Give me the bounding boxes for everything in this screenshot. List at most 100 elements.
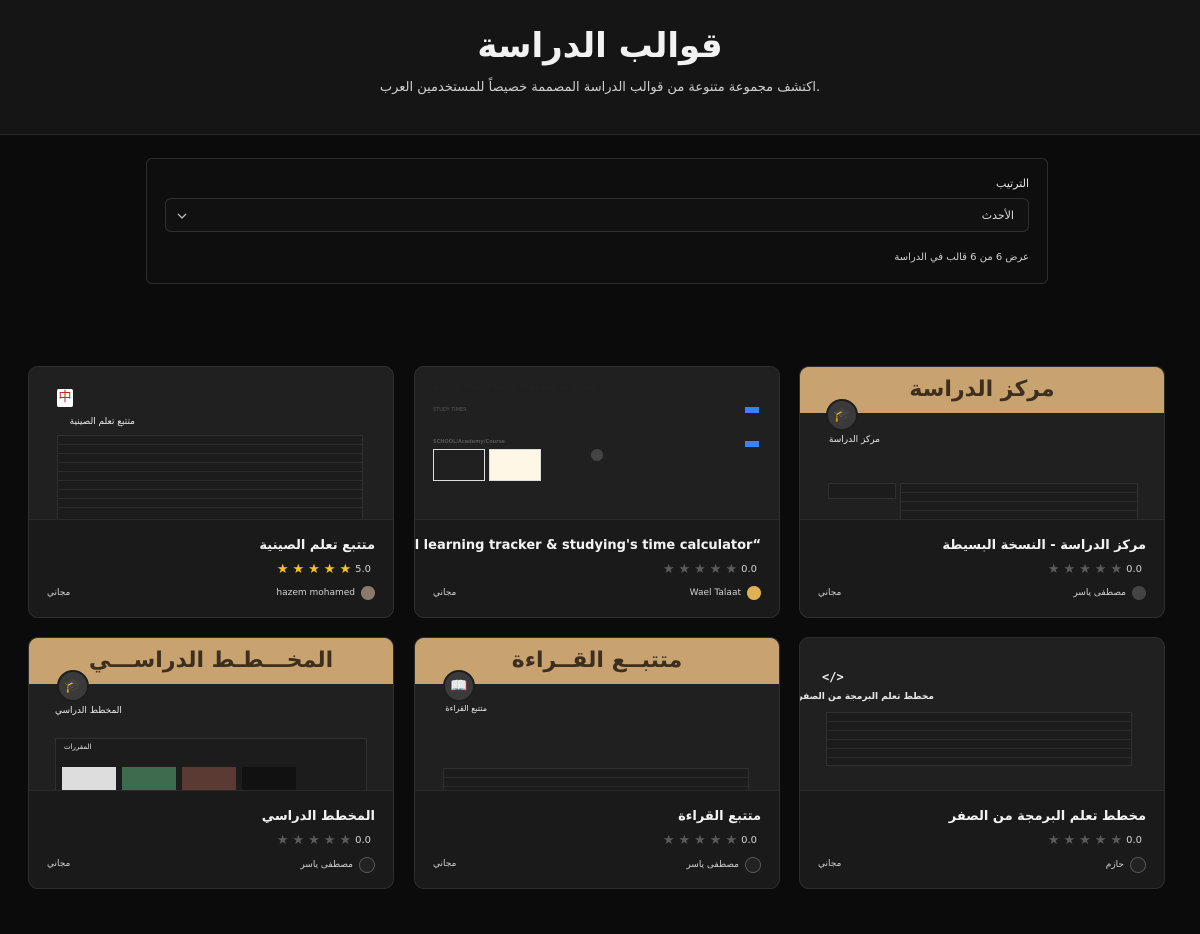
- price-badge: مجاني: [818, 588, 842, 598]
- author[interactable]: حازم: [1106, 857, 1146, 873]
- template-thumbnail: مركز الدراسة 🎓 مركز الدراسة: [800, 367, 1164, 520]
- rating: ★ ★ ★ ★ ★ 0.0: [277, 834, 375, 847]
- thumbnail-table: [57, 435, 363, 519]
- template-card[interactable]: 中 متتبع تعلم الصينية متتبع تعلم الصينية …: [28, 366, 394, 618]
- star-icon: ★: [709, 833, 722, 848]
- results-count: عرض 6 من 6 قالب في الدراسة: [894, 252, 1029, 263]
- author-name: مصطفى ياسر: [300, 860, 353, 870]
- rating-value: 0.0: [355, 835, 371, 846]
- card-title[interactable]: متتبع القراءة: [678, 809, 761, 824]
- rating: ★ ★ ★ ★ ★ 5.0: [277, 563, 375, 576]
- author[interactable]: مصطفى ياسر: [1073, 586, 1146, 600]
- thumbnail-subtitle: مركز الدراسة: [828, 435, 880, 445]
- graduation-cap-icon: 🎓: [826, 399, 858, 431]
- rating-value: 5.0: [355, 564, 371, 575]
- star-icon: ★: [1063, 562, 1076, 577]
- avatar: [359, 857, 375, 873]
- star-icon: ★: [292, 833, 305, 848]
- author[interactable]: Wael Talaat: [690, 586, 761, 600]
- rating-value: 0.0: [741, 835, 757, 846]
- card-title[interactable]: المخطط الدراسي: [262, 809, 375, 824]
- template-card[interactable]: All-in-One Study Tracker & Timer STUDY T…: [414, 366, 780, 618]
- graduation-cap-icon: 🎓: [57, 670, 89, 702]
- author[interactable]: hazem mohamed: [276, 586, 375, 600]
- card-title[interactable]: متتبع تعلم الصينية: [259, 538, 375, 553]
- author-name: حازم: [1105, 860, 1124, 870]
- filter-panel: الترتيب الأحدث عرض 6 من 6 قالب في الدراس…: [146, 158, 1048, 284]
- sort-selected-value: الأحدث: [981, 209, 1014, 222]
- sort-label: الترتيب: [996, 177, 1029, 190]
- template-thumbnail: 中 متتبع تعلم الصينية: [29, 367, 393, 520]
- star-icon: ★: [292, 562, 305, 577]
- author[interactable]: مصطفى ياسر: [686, 857, 761, 873]
- page-subtitle: اكتشف مجموعة متنوعة من قوالب الدراسة الم…: [379, 80, 821, 95]
- thumbnail-sidebar: [828, 483, 896, 499]
- star-icon: ★: [276, 833, 289, 848]
- thumbnail-subtitle: المخطط الدراسي: [55, 706, 122, 716]
- mahjong-tile-icon: 中: [57, 389, 73, 407]
- thumbnail-table: المقررات: [55, 738, 367, 790]
- avatar: [747, 586, 761, 600]
- template-card[interactable]: </> مخطط تعلم البرمجة من الصفر مخطط تعلم…: [799, 637, 1165, 889]
- star-icon: ★: [678, 562, 691, 577]
- star-icon: ★: [725, 562, 738, 577]
- rating-value: 0.0: [1126, 564, 1142, 575]
- template-card[interactable]: متتبــع القــراءة 📖 متتبع القراءة متتبع …: [414, 637, 780, 889]
- template-thumbnail: متتبــع القــراءة 📖 متتبع القراءة: [415, 638, 779, 791]
- template-card[interactable]: مركز الدراسة 🎓 مركز الدراسة مركز الدراسة…: [799, 366, 1165, 618]
- page-header: قوالب الدراسة اكتشف مجموعة متنوعة من قوا…: [0, 0, 1200, 135]
- star-icon: ★: [1110, 833, 1123, 848]
- price-badge: مجاني: [818, 859, 842, 869]
- author[interactable]: مصطفى ياسر: [300, 857, 375, 873]
- book-icon: 📖: [443, 670, 475, 702]
- thumbnail-subtitle: متتبع تعلم الصينية: [69, 417, 135, 427]
- star-icon: ★: [1047, 562, 1060, 577]
- banner-title: متتبــع القــراءة: [511, 648, 683, 673]
- rating: ★ ★ ★ ★ ★ 0.0: [663, 563, 761, 576]
- star-icon: ★: [339, 833, 352, 848]
- star-icon: ★: [694, 562, 706, 577]
- template-thumbnail: المخـــطـط الدراســـي 🎓 المخطط الدراسي ا…: [29, 638, 393, 791]
- rating: ★ ★ ★ ★ ★ 0.0: [1048, 563, 1146, 576]
- thumbnail-timer-label: STUDY TIMER: [433, 407, 467, 413]
- star-icon: ★: [308, 833, 320, 848]
- star-icon: ★: [709, 562, 722, 577]
- thumbnail-title: All-in-One Study Tracker & Timer: [433, 383, 600, 393]
- page-title: قوالب الدراسة: [477, 26, 723, 66]
- star-icon: ★: [694, 833, 706, 848]
- card-title[interactable]: ”The full learning tracker & studying's …: [415, 538, 761, 553]
- rating-value: 0.0: [741, 564, 757, 575]
- rating-value: 0.0: [1126, 835, 1142, 846]
- card-title[interactable]: مخطط تعلم البرمجة من الصفر: [949, 809, 1146, 824]
- template-thumbnail: </> مخطط تعلم البرمجة من الصفر: [800, 638, 1164, 791]
- thumbnail-section-label: SCHOOL/Academy/Course: [433, 439, 505, 445]
- thumbnail-subtitle: مخطط تعلم البرمجة من الصفر: [800, 692, 934, 702]
- chevron-down-icon: [177, 213, 187, 219]
- star-icon: ★: [662, 562, 675, 577]
- star-icon: ★: [1094, 833, 1107, 848]
- template-thumbnail: All-in-One Study Tracker & Timer STUDY T…: [415, 367, 779, 520]
- star-icon: ★: [308, 562, 320, 577]
- star-icon: ★: [662, 833, 675, 848]
- star-icon: ★: [725, 833, 738, 848]
- thumbnail-table: [826, 712, 1132, 766]
- banner-title: المخـــطـط الدراســـي: [88, 648, 334, 673]
- star-icon: ★: [339, 562, 352, 577]
- avatar: [745, 857, 761, 873]
- price-badge: مجاني: [47, 859, 71, 869]
- author-name: hazem mohamed: [276, 588, 355, 598]
- author-name: مصطفى ياسر: [1073, 588, 1126, 598]
- template-card[interactable]: المخـــطـط الدراســـي 🎓 المخطط الدراسي ا…: [28, 637, 394, 889]
- star-icon: ★: [1047, 833, 1060, 848]
- thumbnail-table: [443, 768, 749, 790]
- star-icon: ★: [1063, 833, 1076, 848]
- avatar: [361, 586, 375, 600]
- card-title[interactable]: مركز الدراسة - النسخة البسيطة: [942, 538, 1146, 553]
- template-grid: مركز الدراسة 🎓 مركز الدراسة مركز الدراسة…: [28, 366, 1166, 890]
- star-icon: ★: [1079, 833, 1091, 848]
- star-icon: ★: [323, 562, 336, 577]
- code-icon: </>: [822, 670, 844, 684]
- star-icon: ★: [678, 833, 691, 848]
- sort-select[interactable]: الأحدث: [165, 198, 1029, 232]
- price-badge: مجاني: [433, 859, 457, 869]
